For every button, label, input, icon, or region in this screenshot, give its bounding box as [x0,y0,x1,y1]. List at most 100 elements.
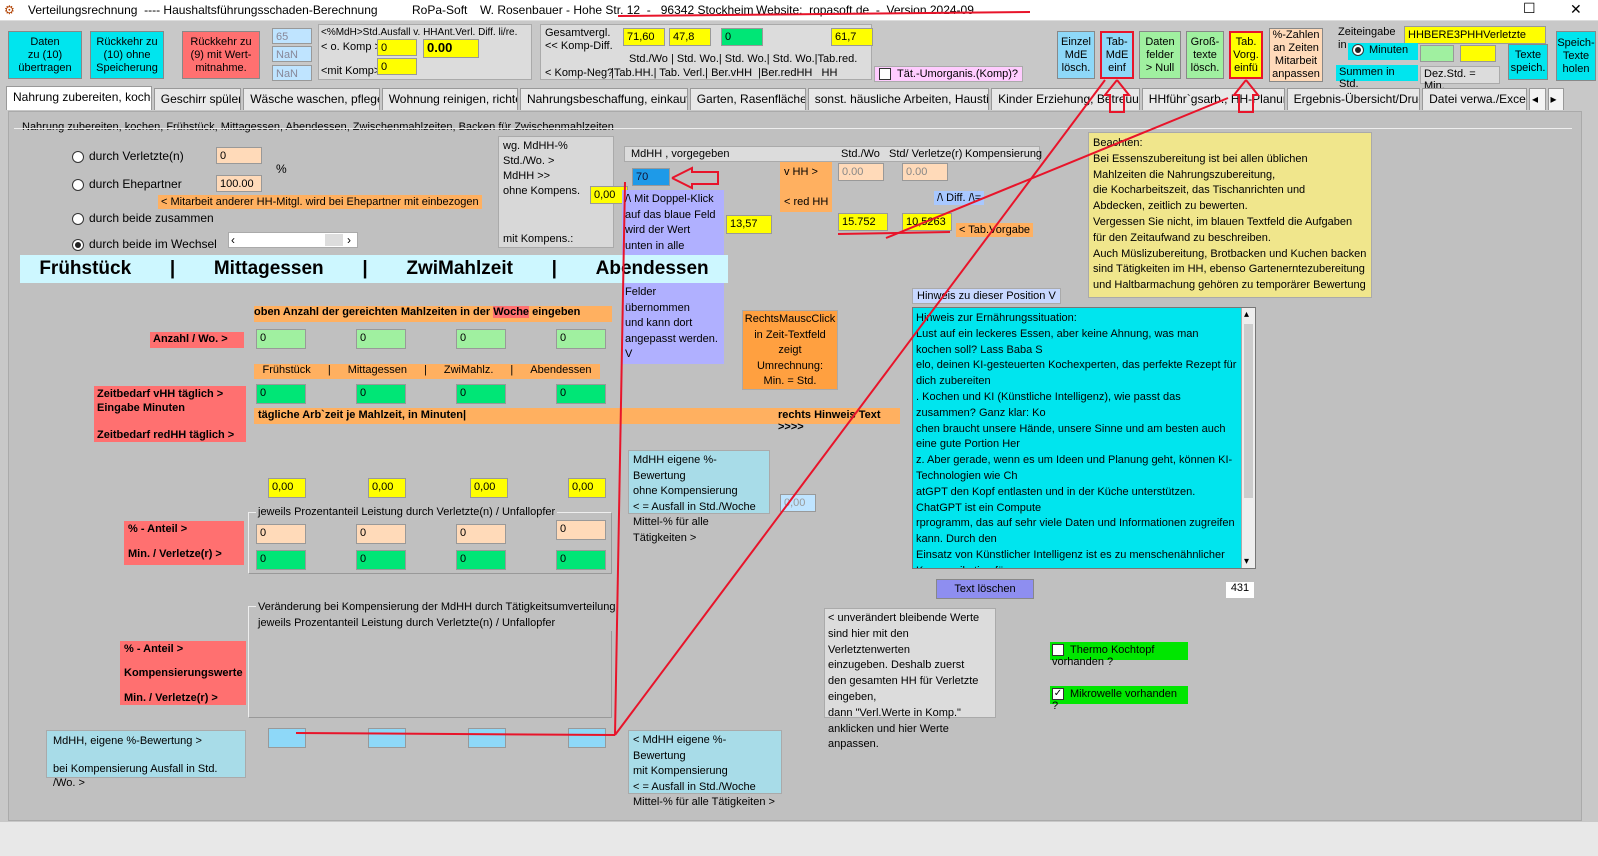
close-icon[interactable]: ✕ [1570,1,1582,18]
red-field-1[interactable]: 15.752 [838,213,888,231]
sum-field-2[interactable]: 0,00 [368,478,406,498]
value-1357-field[interactable]: 13,57 [726,215,772,234]
blank-field-2[interactable] [1460,45,1496,62]
komp-field-1[interactable]: 0 [377,39,417,56]
prozent-zahlen-button[interactable]: %-Zahlen an Zeiten Mitarbeit anpassen [1269,28,1323,82]
anzahl-field-1[interactable]: 0 [256,329,306,349]
tab-wohnung[interactable]: Wohnung reinigen, richten [381,88,518,110]
taet-umorg-checkbox[interactable]: Tät.-Umorganis.(Komp)? [874,66,1024,83]
mdhh-value-field[interactable]: 70 [632,168,670,186]
small-field-2[interactable]: NaN [272,46,312,62]
thermo-checkbox[interactable]: Thermo Kochtopf vorhanden ? [1050,642,1188,668]
hscroll[interactable]: ‹ › [228,232,358,248]
tab-geschirr[interactable]: Geschirr spülen [153,88,242,110]
daten-null-button[interactable]: Daten felder > Null [1139,31,1181,79]
zeit-field-1[interactable]: 0 [256,384,306,404]
tab-garten[interactable]: Garten, Rasenflächen [689,88,806,110]
vhh-redhh-box: v HH > < red HH [780,162,832,212]
anteil-field-2b[interactable]: 0 [356,550,406,570]
gv-field-2[interactable]: 47,8 [669,28,711,46]
tab-hhfuehrung[interactable]: HHführ`gsarb., HH-Planung [1141,88,1285,110]
anzahl-field-2[interactable]: 0 [356,329,406,349]
radio-verletzte[interactable]: durch Verletzte(n) [72,149,184,163]
chevron-right-icon[interactable]: › [347,233,351,247]
anteil-field-1a[interactable]: 0 [256,524,306,544]
anzahl-field-4[interactable]: 0 [556,329,606,349]
red-field-2[interactable]: 10,5263 [902,213,952,231]
texte-speich-button[interactable]: Texte speich. [1508,44,1548,80]
blank-field-1[interactable] [1420,45,1454,62]
gv-field-4[interactable]: 61,7 [831,28,873,46]
std-wo-header: Std./Wo [841,148,880,160]
zeit-field-2[interactable]: 0 [356,384,406,404]
hinweis-scrollbar[interactable]: ▴ ▾ [1241,308,1255,568]
vhh-field-2[interactable]: 0.00 [902,163,948,181]
ehepartner-field[interactable]: 100.00 [216,175,262,192]
gesamtvergl-label: Gesamtvergl. [545,27,611,39]
tab-datei[interactable]: Datei verwa./Excel/Interim [1422,88,1528,110]
zeit-field-4[interactable]: 0 [556,384,606,404]
maximize-icon[interactable]: ☐ [1523,0,1536,17]
anteil-field-3b[interactable]: 0 [456,550,506,570]
radio-icon [72,150,84,163]
verletzte-field[interactable]: 0 [216,147,262,164]
tab-waesche[interactable]: Wäsche waschen, pflegen [243,88,380,110]
mikrowelle-checkbox[interactable]: ✓ Mikrowelle vorhanden ? [1050,686,1188,712]
zeit-field-3[interactable]: 0 [456,384,506,404]
sum-field-4[interactable]: 0,00 [568,478,606,498]
tab-scroll-left-icon[interactable]: ◂ [1529,88,1546,110]
sum-field-1[interactable]: 0,00 [268,478,306,498]
bottom-field-1[interactable] [268,728,306,748]
small-field-1[interactable]: 65 [272,28,312,44]
bottom-field-3[interactable] [468,728,506,748]
text-loeschen-button[interactable]: Text löschen [936,579,1034,599]
tab-scroll-right-icon[interactable]: ▸ [1547,88,1565,110]
radio-ehepartner-label: durch Ehepartner [89,177,182,191]
tab-sonst[interactable]: sonst. häusliche Arbeiten, Haustiere [807,88,990,110]
tab-nahrung[interactable]: Nahrung zubereiten, kochen [6,86,152,110]
sum-field-3[interactable]: 0,00 [470,478,508,498]
rueckkehr-mit-button[interactable]: Rückkehr zu (9) mit Wert- mitnahme. [182,31,260,79]
anteil-field-4b[interactable]: 0 [556,550,606,570]
tab-einkaufen[interactable]: Nahrungsbeschaffung, einkaufen [519,88,688,110]
grosstexte-button[interactable]: Groß- texte lösch. [1186,31,1224,79]
gv-field-1[interactable]: 71,60 [623,28,665,46]
kompensierung-header: Kompensierung [965,148,1043,160]
vhh-field-1[interactable]: 0.00 [838,163,884,181]
anteil-field-3a[interactable]: 0 [456,524,506,544]
small-field-3[interactable]: NaN [272,65,312,81]
bottom-field-2[interactable] [368,728,406,748]
tab-kinder[interactable]: Kinder Erziehung, Betreuung [991,88,1140,110]
speich-texte-holen-button[interactable]: Speich- Texte holen [1556,31,1596,81]
anzahl-field-3[interactable]: 0 [456,329,506,349]
rueckkehr-ohne-button[interactable]: Rückkehr zu (10) ohne Speicherung [90,31,164,79]
scroll-thumb[interactable] [1244,324,1253,498]
einzel-mde-button[interactable]: Einzel MdE lösch. [1057,31,1095,79]
anteil-field-4a[interactable]: 0 [556,520,606,540]
gv-field-3[interactable]: 0 [721,28,763,46]
radio-beide[interactable]: durch beide zusammen [72,211,214,225]
diff-field[interactable]: 0.00 [423,39,479,58]
tab-vorg-button[interactable]: Tab. Vorg. einfü [1229,31,1263,79]
chevron-down-icon[interactable]: ▾ [1244,556,1249,567]
std-verl-header: Std/ Verletze(r) [889,148,963,160]
radio-icon [72,212,84,225]
zeit-name-field[interactable]: HHBERE3PHHVerletzte [1404,26,1546,44]
tab-ergebnis[interactable]: Ergebnis-Übersicht/Druck [1286,88,1421,110]
zeitbedarf-label: Zeitbedarf vHH täglich > Eingabe Minuten… [94,386,246,442]
chevron-left-icon[interactable]: ‹ [231,233,235,247]
anteil-field-2a[interactable]: 0 [356,524,406,544]
daten-uebertragen-button[interactable]: Daten zu (10) übertragen [8,31,82,79]
tab-mde-button[interactable]: Tab- MdE einf [1100,31,1134,79]
hinweis-textarea[interactable]: Hinweis zur Ernährungssituation: Lust au… [912,307,1256,569]
komp-field-2[interactable]: 0 [377,58,417,75]
minuten-radio[interactable]: Minuten [1348,43,1418,60]
anzahl-header: oben Anzahl der gereichten Mahlzeiten in… [254,306,612,322]
chevron-up-icon[interactable]: ▴ [1244,309,1249,320]
mdhh-eigene-field[interactable]: 0,00 [780,494,816,512]
radio-wechsel[interactable]: durch beide im Wechsel [72,237,217,251]
scroll-thumb[interactable] [325,234,343,246]
anteil-field-1b[interactable]: 0 [256,550,306,570]
radio-ehepartner[interactable]: durch Ehepartner [72,177,182,191]
bottom-field-4[interactable] [568,728,606,748]
